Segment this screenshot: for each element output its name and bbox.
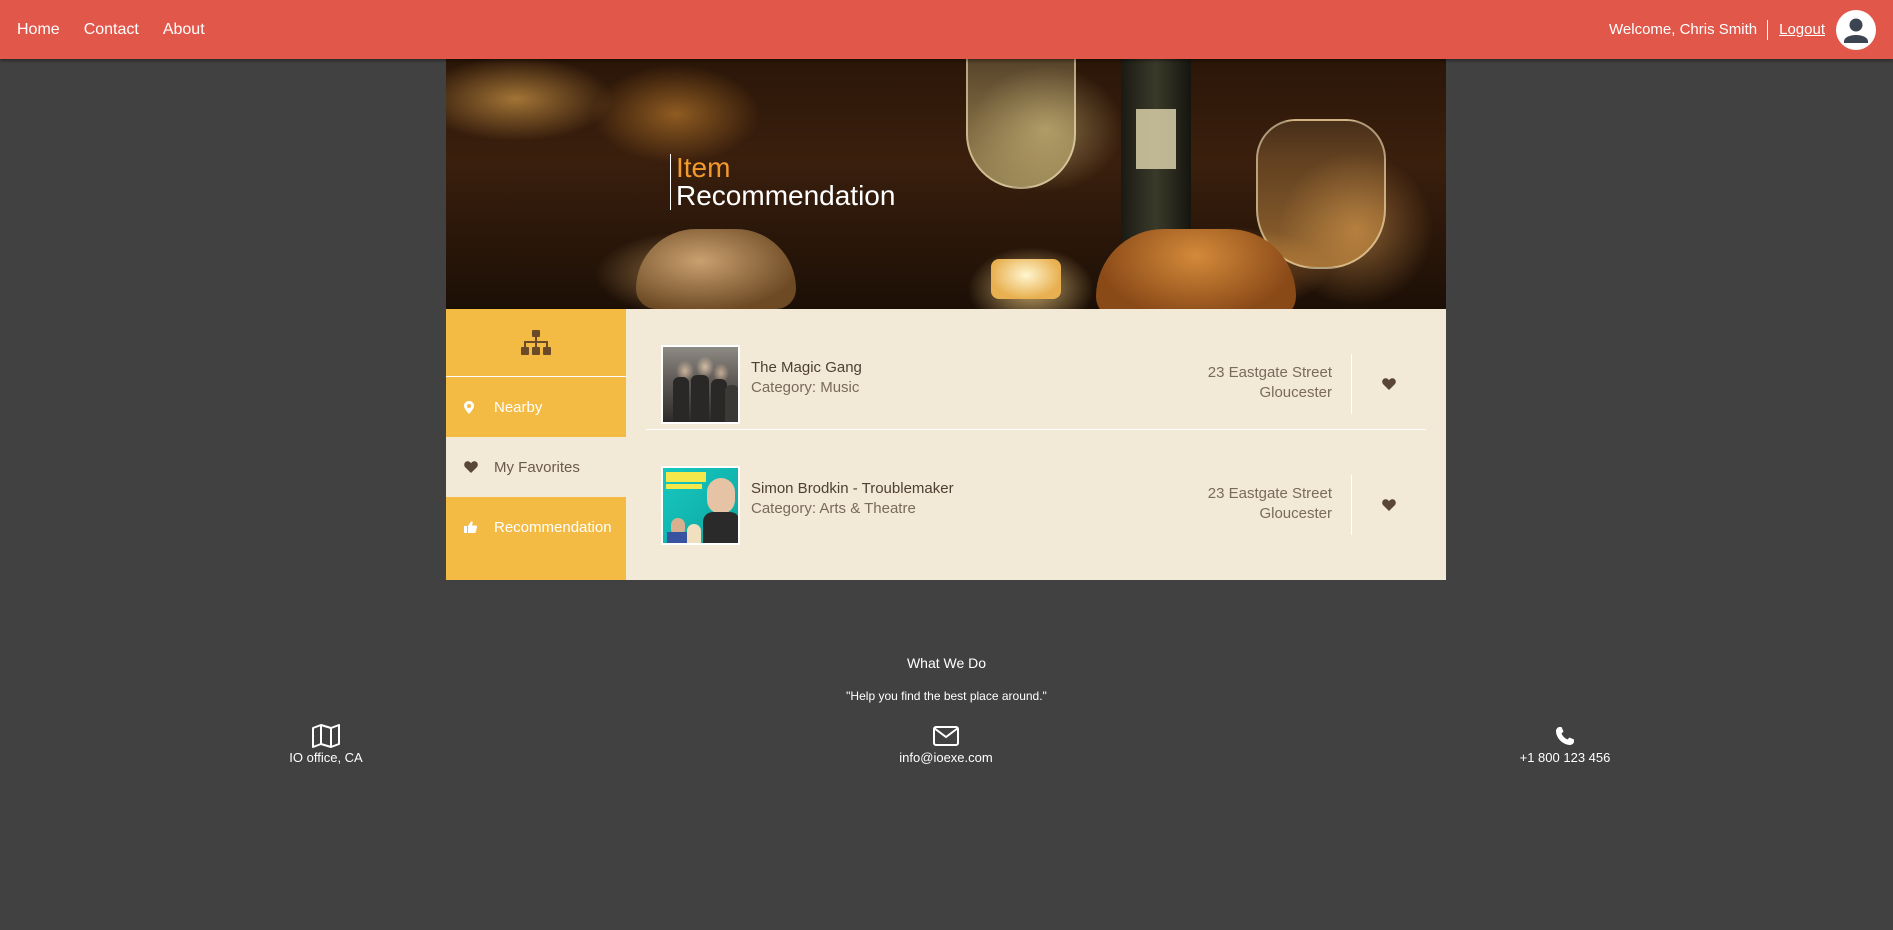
- hero-glass-right: [1256, 119, 1386, 269]
- map-marker-icon: [464, 400, 494, 414]
- hero-bottle-label: [1136, 109, 1176, 169]
- map-icon: [226, 724, 426, 748]
- footer-quote: "Help you find the best place around.": [846, 689, 1047, 703]
- envelope-icon: [846, 724, 1046, 748]
- sidebar-item-nearby[interactable]: Nearby: [446, 377, 626, 437]
- contact-office: IO office, CA: [226, 724, 426, 765]
- heart-icon: [464, 461, 494, 473]
- hero-candle: [991, 259, 1061, 299]
- sidebar: Nearby My Favorites Recommendation: [446, 309, 626, 580]
- sidebar-item-label: My Favorites: [494, 458, 580, 476]
- item-address-line2: Gloucester: [1259, 384, 1332, 401]
- hero-bread: [1096, 229, 1296, 309]
- sidebar-item-label: Recommendation: [494, 518, 612, 536]
- favorite-button[interactable]: [1351, 354, 1426, 414]
- hero-title: Item Recommendation: [670, 154, 895, 210]
- hero-potatoes: [636, 229, 796, 309]
- hero-glass-left: [966, 59, 1076, 189]
- top-navbar: Home Contact About Welcome, Chris Smith …: [0, 0, 1893, 59]
- footer-title: What We Do: [906, 655, 987, 671]
- item-address-line1: 23 Eastgate Street: [1207, 485, 1332, 502]
- hero-banner: Item Recommendation: [446, 59, 1446, 309]
- contact-email: info@ioexe.com: [846, 724, 1046, 765]
- item-name[interactable]: The Magic Gang: [751, 359, 862, 376]
- contact-email-text[interactable]: info@ioexe.com: [846, 750, 1046, 765]
- contact-office-text: IO office, CA: [289, 750, 363, 765]
- item-category: Category: Music: [751, 379, 860, 396]
- item-address-line1: 23 Eastgate Street: [1207, 364, 1332, 381]
- favorite-button[interactable]: [1351, 475, 1426, 535]
- item-address: 23 Eastgate Street Gloucester: [1208, 363, 1332, 403]
- contact-phone-text[interactable]: +1 800 123 456: [1465, 750, 1665, 765]
- item-address: 23 Eastgate Street Gloucester: [1208, 484, 1332, 524]
- sidebar-item-recommendation[interactable]: Recommendation: [446, 497, 626, 557]
- heart-icon: [1382, 499, 1396, 511]
- sidebar-item-my-favorites[interactable]: My Favorites: [446, 437, 626, 497]
- hero-title-line1: Item: [676, 152, 731, 183]
- item-name[interactable]: Simon Brodkin - Troublemaker: [751, 480, 954, 497]
- nav-contact-link[interactable]: Contact: [84, 21, 139, 39]
- nav-links: Home Contact About: [17, 0, 229, 59]
- welcome-text: Welcome, Chris Smith: [1609, 19, 1769, 40]
- contact-phone: +1 800 123 456: [1465, 724, 1665, 765]
- list-item[interactable]: The Magic Gang Category: Music 23 Eastga…: [646, 309, 1426, 430]
- nav-about-link[interactable]: About: [163, 21, 205, 39]
- heart-icon: [1382, 378, 1396, 390]
- user-avatar-icon: [1837, 10, 1875, 49]
- logout-link[interactable]: Logout: [1779, 21, 1825, 38]
- item-address-line2: Gloucester: [1259, 505, 1332, 522]
- nav-home-link[interactable]: Home: [17, 21, 60, 39]
- nav-user-area: Welcome, Chris Smith Logout: [1609, 0, 1876, 59]
- sidebar-header: [446, 309, 626, 377]
- hero-title-line2: Recommendation: [676, 180, 896, 211]
- sitemap-icon: [521, 329, 551, 355]
- item-list: The Magic Gang Category: Music 23 Eastga…: [646, 309, 1426, 551]
- item-category: Category: Arts & Theatre: [751, 500, 916, 517]
- avatar[interactable]: [1836, 9, 1876, 50]
- phone-icon: [1465, 724, 1665, 748]
- content-panel: Nearby My Favorites Recommendation The M…: [446, 309, 1446, 580]
- item-thumbnail[interactable]: [661, 345, 740, 424]
- thumbs-up-icon: [464, 521, 494, 533]
- item-thumbnail[interactable]: [661, 466, 740, 545]
- list-item[interactable]: Simon Brodkin - Troublemaker Category: A…: [646, 430, 1426, 551]
- sidebar-item-label: Nearby: [494, 398, 543, 416]
